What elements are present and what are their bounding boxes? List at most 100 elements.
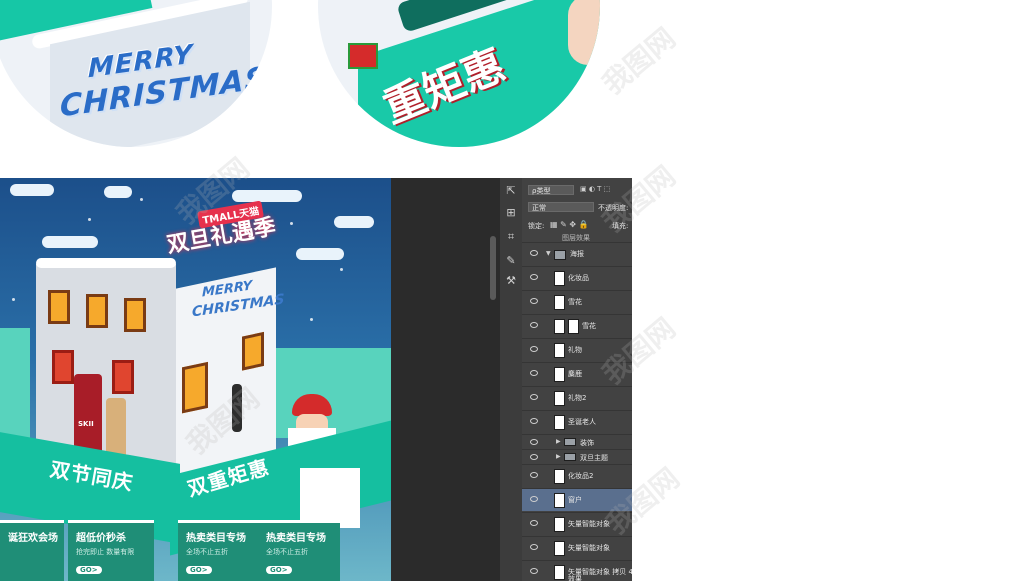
vertical-scrollbar[interactable] [490,236,496,300]
preview-circle-left: MERRY CHRISTMAS [0,0,272,147]
crop-tool-icon[interactable]: ⌗ [504,230,518,244]
layer-name: 化妆品 [568,274,589,282]
layer-name: 海报 [570,250,584,258]
snowflake [310,318,313,321]
visibility-eye-icon[interactable] [530,370,538,376]
lock-icons[interactable]: ▦ ✎ ✥ 🔒 [550,220,589,229]
visibility-eye-icon[interactable] [530,322,538,328]
layer-row[interactable]: 化妆品 [522,266,632,289]
window [48,290,70,324]
visibility-eye-icon[interactable] [530,439,538,445]
visibility-eye-icon[interactable] [530,496,538,502]
visibility-eye-icon[interactable] [530,520,538,526]
visibility-eye-icon[interactable] [530,568,538,574]
visibility-eye-icon[interactable] [530,298,538,304]
brush-tool-icon[interactable]: ✎ [504,254,518,268]
layer-thumbnail [554,391,565,406]
layer-name: 矢量智能对象 [568,520,610,528]
layer-group-row[interactable]: ▶ 装饰 [522,434,632,449]
window [124,298,146,332]
blend-mode-select[interactable]: 正常 [528,202,594,212]
layer-row[interactable]: 雪花 [522,290,632,313]
visibility-eye-icon[interactable] [530,250,538,256]
category-subtitle: 全场不止五折 [186,548,228,556]
layer-mask-thumbnail [568,319,579,334]
snowflake [340,268,343,271]
cloud [296,248,344,260]
visibility-eye-icon[interactable] [530,454,538,460]
layer-thumbnail [554,367,565,382]
go-button[interactable]: GO> [186,566,212,574]
layer-thumbnail [554,517,565,532]
chevron-down-icon[interactable]: ▼ [546,250,551,257]
category-card[interactable]: 诞狂欢会场 [0,520,64,581]
layer-group-row[interactable]: ▶ 双旦主题 [522,449,632,464]
cloud [10,184,54,196]
cloud [104,186,132,198]
layer-name: 雪花 [582,322,596,330]
lock-label: 锁定: [528,222,545,230]
visibility-eye-icon[interactable] [530,394,538,400]
cloud [334,216,374,228]
layer-row[interactable]: 雪花 [522,314,632,337]
layer-thumbnail [554,565,565,580]
layer-filter-select[interactable]: ρ类型 [528,185,574,195]
chevron-right-icon[interactable]: ▶ [556,453,561,460]
adjust-tool-icon[interactable]: ⚒ [504,274,518,288]
layer-name: 礼物 [568,346,582,354]
preview-circle-right: 重矩惠 [318,0,600,147]
filter-icons[interactable]: ▣ ◐ T ⬚ [580,185,628,195]
visibility-eye-icon[interactable] [530,544,538,550]
layer-thumbnail [554,295,565,310]
santa-hat [292,394,332,416]
category-card[interactable]: 热卖类目专场 全场不止五折 GO> [258,520,340,581]
move-tool-icon[interactable]: ⇱ [504,184,518,198]
bg-block [0,328,30,438]
cloud [42,236,98,248]
category-title: 热卖类目专场 [186,533,246,544]
folder-icon [564,438,576,446]
folder-icon [554,250,566,260]
watermark: 我图网 [596,21,682,101]
go-button[interactable]: GO> [266,566,292,574]
snowflake [140,198,143,201]
product-label: SKII [78,420,94,428]
category-card[interactable]: 热卖类目专场 全场不止五折 GO> [178,520,260,581]
window [112,360,134,394]
layer-row[interactable]: 化妆品2 [522,464,632,487]
visibility-eye-icon[interactable] [530,472,538,478]
layer-row[interactable]: 窗户 [522,488,632,511]
tool-strip: ⇱ ⊞ ⌗ ✎ ⚒ [500,178,522,581]
window [86,294,108,328]
layer-row[interactable]: 礼物 [522,338,632,361]
layer-name: 双旦主题 [580,454,608,462]
layer-name: 矢量智能对象 [568,544,610,552]
lipstick [232,384,242,432]
category-subtitle: 全场不止五折 [266,548,308,556]
marquee-tool-icon[interactable]: ⊞ [504,206,518,220]
layer-thumbnail [554,541,565,556]
visibility-eye-icon[interactable] [530,418,538,424]
layer-thumbnail [554,343,565,358]
fill-label: 填充: [612,222,629,230]
window [182,361,208,414]
layer-row[interactable]: 麋鹿 [522,362,632,385]
layer-thumbnail [554,271,565,286]
visibility-eye-icon[interactable] [530,274,538,280]
roof-snow [36,258,176,268]
chevron-right-icon[interactable]: ▶ [556,438,561,445]
layer-group-row[interactable]: ▼ 海报 [522,242,632,265]
snowflake [290,222,293,225]
visibility-eye-icon[interactable] [530,346,538,352]
category-title: 热卖类目专场 [266,533,326,544]
snowflake [12,298,15,301]
layer-row[interactable]: 礼物2 [522,386,632,409]
layer-row[interactable]: 矢量智能对象 [522,536,632,559]
category-card[interactable]: 超低价秒杀 抢完即止 数量有限 GO> [68,520,154,581]
window [242,331,264,371]
layer-row[interactable]: 矢量智能对象 [522,512,632,535]
layer-name: 圣诞老人 [568,418,596,426]
go-button[interactable]: GO> [76,566,102,574]
layer-name: 雪花 [568,298,582,306]
layer-row[interactable]: 圣诞老人 [522,410,632,433]
